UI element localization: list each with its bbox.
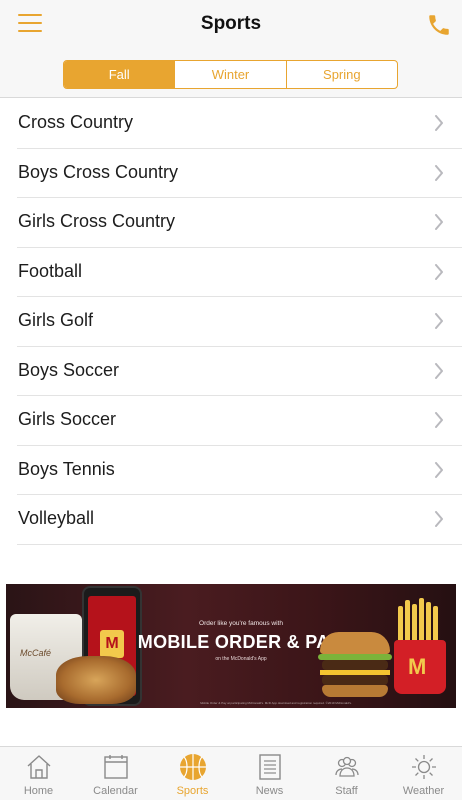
chevron-right-icon bbox=[435, 461, 443, 478]
chevron-right-icon bbox=[435, 263, 443, 280]
tab-label: Weather bbox=[402, 785, 445, 797]
tab-label: Sports bbox=[176, 785, 209, 797]
sun-icon bbox=[411, 755, 436, 779]
tab-news[interactable]: News bbox=[231, 747, 308, 800]
tab-label: Home bbox=[23, 785, 54, 797]
sport-label: Girls Soccer bbox=[18, 409, 117, 429]
chevron-right-icon bbox=[435, 214, 443, 230]
tab-staff[interactable]: Staff bbox=[308, 747, 385, 800]
ad-sandwich-image bbox=[56, 656, 136, 704]
page-title: Sports bbox=[200, 13, 262, 34]
ad-banner[interactable]: McCafé M Order like you're famous with M… bbox=[6, 584, 456, 708]
ad-fries-logo: M bbox=[408, 654, 427, 679]
sport-row-boys-soccer[interactable]: Boys Soccer bbox=[17, 347, 462, 396]
chevron-right-icon bbox=[435, 115, 443, 131]
sport-label: Football bbox=[18, 260, 83, 281]
tab-label: Calendar bbox=[93, 785, 138, 797]
sport-label: Cross Country bbox=[18, 112, 134, 132]
sport-label: Volleyball bbox=[18, 508, 95, 528]
basketball-icon bbox=[179, 754, 206, 780]
sport-label: Boys Tennis bbox=[18, 458, 115, 479]
home-icon bbox=[27, 755, 50, 779]
chevron-right-icon bbox=[435, 511, 443, 527]
newspaper-icon bbox=[258, 754, 281, 780]
calendar-icon bbox=[103, 755, 128, 779]
sport-row-cross-country[interactable]: Cross Country bbox=[17, 99, 462, 149]
season-segmented-control: Fall Winter Spring bbox=[63, 60, 398, 89]
tab-calendar[interactable]: Calendar bbox=[77, 747, 154, 800]
ad-logo-icon: M bbox=[100, 630, 124, 658]
ad-cup-label: McCafé bbox=[20, 648, 52, 658]
sport-row-girls-golf[interactable]: Girls Golf bbox=[17, 297, 462, 347]
chevron-right-icon bbox=[435, 164, 443, 181]
ad-tagline: Order like you're famous with bbox=[199, 620, 283, 627]
ad-fries-image: M bbox=[392, 594, 448, 694]
chevron-right-icon bbox=[435, 313, 443, 329]
ad-subline: on the McDonald's App bbox=[215, 656, 267, 662]
sport-row-boys-tennis[interactable]: Boys Tennis bbox=[17, 446, 462, 495]
chevron-right-icon bbox=[435, 412, 443, 428]
sport-row-boys-cross-country[interactable]: Boys Cross Country bbox=[17, 149, 462, 198]
sport-row-football[interactable]: Football bbox=[17, 248, 462, 297]
sports-list: Cross Country Boys Cross Country Girls C… bbox=[0, 99, 462, 545]
season-selector-bar: Fall Winter Spring bbox=[0, 50, 462, 98]
tab-label: Staff bbox=[335, 785, 358, 797]
sport-label: Girls Golf bbox=[18, 310, 94, 330]
ad-burger-image bbox=[318, 632, 392, 698]
tab-label: News bbox=[255, 785, 284, 797]
tab-sports[interactable]: Sports bbox=[154, 747, 231, 800]
sport-label: Girls Cross Country bbox=[18, 211, 176, 231]
nav-header: Sports bbox=[0, 0, 462, 50]
tab-home[interactable]: Home bbox=[0, 747, 77, 800]
people-icon bbox=[334, 756, 359, 777]
sport-label: Boys Cross Country bbox=[18, 161, 179, 182]
sport-row-volleyball[interactable]: Volleyball bbox=[17, 495, 462, 545]
chevron-right-icon bbox=[435, 362, 443, 379]
ad-legal-text: Mobile Order & Pay at participating McDo… bbox=[200, 701, 352, 705]
season-tab-spring[interactable]: Spring bbox=[285, 61, 397, 88]
ad-headline: MOBILE ORDER & PAY bbox=[137, 632, 341, 652]
bottom-tab-bar: Home Calendar Sports News Staff Weather bbox=[0, 746, 462, 800]
season-tab-winter[interactable]: Winter bbox=[174, 61, 285, 88]
season-tab-fall[interactable]: Fall bbox=[64, 61, 175, 88]
sport-label: Boys Soccer bbox=[18, 359, 120, 380]
tab-weather[interactable]: Weather bbox=[385, 747, 462, 800]
sport-row-girls-cross-country[interactable]: Girls Cross Country bbox=[17, 198, 462, 248]
sport-row-girls-soccer[interactable]: Girls Soccer bbox=[17, 396, 462, 446]
phone-icon[interactable] bbox=[426, 12, 452, 38]
